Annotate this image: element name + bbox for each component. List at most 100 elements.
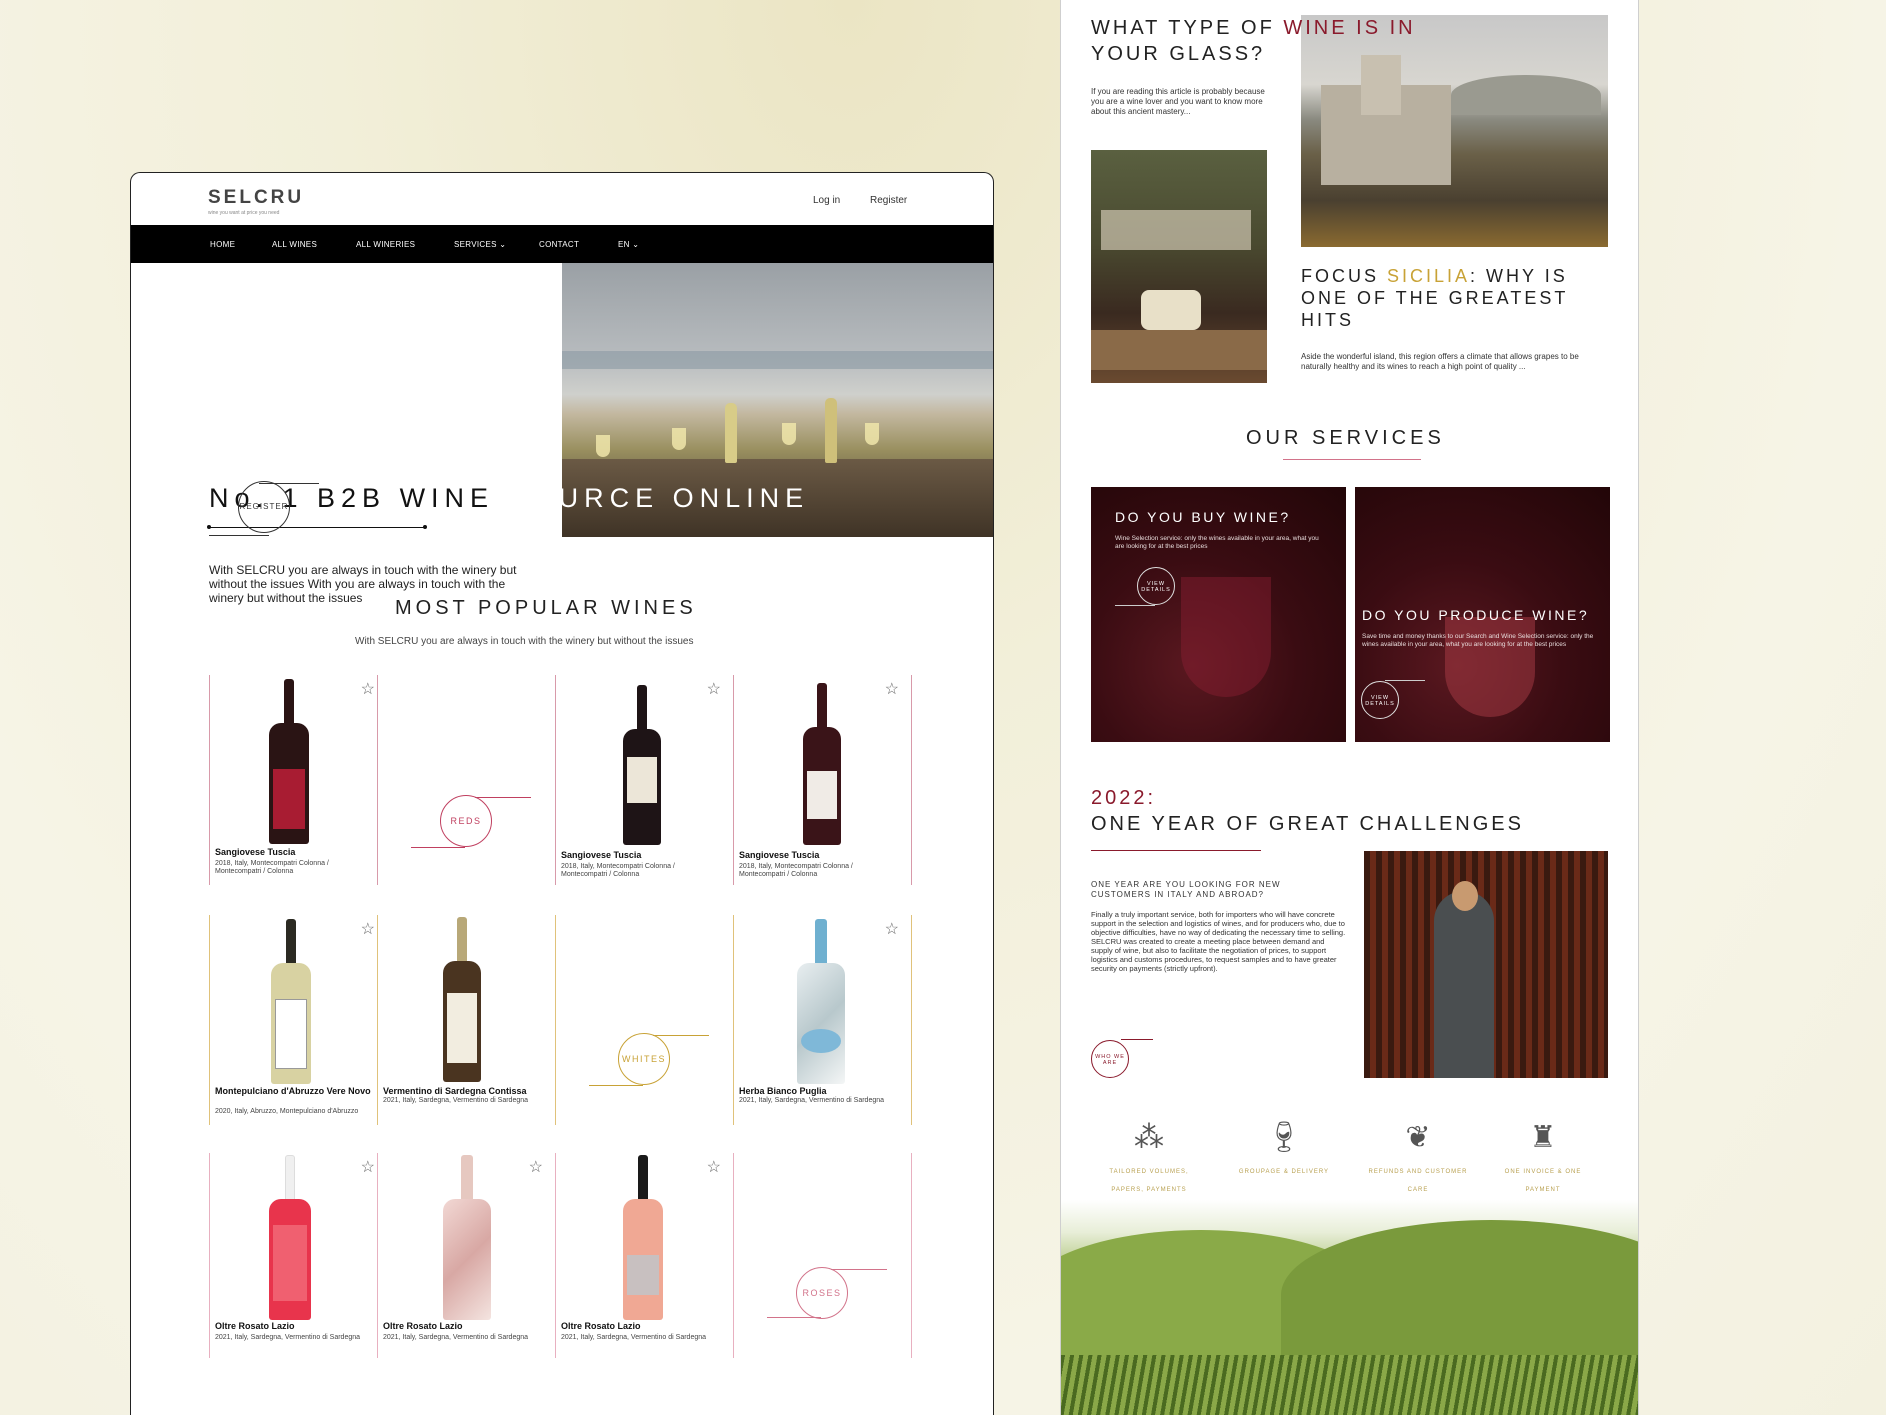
favorite-star-icon[interactable]: ☆ [361,1157,375,1177]
wine-card[interactable]: Vermentino di Sardegna Contissa 2021, It… [377,915,557,1125]
wine-cellar-image [1364,851,1608,1078]
popular-wines-subtitle: With SELCRU you are always in touch with… [355,636,694,647]
vine-leaf-icon: ❦ [1405,1121,1431,1154]
year-subtitle: ONE YEAR ARE YOU LOOKING FOR NEW CUSTOME… [1091,880,1281,899]
favorite-star-icon[interactable]: ☆ [885,679,899,699]
reds-category-button[interactable]: REDS [440,795,492,847]
year-label: 2022: [1091,787,1157,809]
wine-meta: 2020, Italy, Abruzzo, Montepulciano d'Ab… [215,1108,359,1115]
wine-name: Oltre Rosato Lazio [215,1321,295,1331]
roses-line-top [831,1269,887,1270]
wine-meta: 2021, Italy, Sardegna, Vermentino di Sar… [215,1334,361,1341]
nav-all-wineries[interactable]: ALL WINERIES [356,240,415,249]
selcru-logo[interactable]: SELCRU wine you want at price you need [208,187,304,216]
wine-bottle-image [623,1155,663,1320]
wine-name: Sangiovese Tuscia [739,850,820,860]
feature-groupage: 🍷︎ GROUPAGE & DELIVERY [1229,1120,1339,1178]
wine-meta: 2021, Italy, Sardegna, Vermentino di Sar… [561,1334,707,1341]
grapes-icon: ⁂ [1134,1121,1164,1154]
wine-name: Sangiovese Tuscia [215,847,296,857]
wine-bottle-image [271,919,311,1084]
service-produce-title: DO YOU PRODUCE WINE? [1362,607,1590,623]
article-wine-glass-excerpt: If you are reading this article is proba… [1091,87,1265,116]
wine-bottle-image [269,679,309,844]
favorite-star-icon[interactable]: ☆ [707,1157,721,1177]
service-produce-card[interactable]: DO YOU PRODUCE WINE? Save time and money… [1355,487,1610,742]
service-buy-details-button[interactable]: VIEW DETAILS [1137,567,1175,605]
wine-card[interactable]: ☆ Montepulciano d'Abruzzo Vere Novo 2020… [209,915,389,1125]
wine-name: Montepulciano d'Abruzzo Vere Novo [215,1086,371,1096]
nav-language[interactable]: EN ⌄ [618,240,639,249]
main-nav: HOME ALL WINES ALL WINERIES SERVICES ⌄ C… [131,225,993,263]
service-buy-card[interactable]: DO YOU BUY WINE? Wine Selection service:… [1091,487,1346,742]
wine-tasting-image [1091,150,1267,383]
category-card-roses[interactable]: ROSES [733,1153,913,1358]
hero-divider [207,525,427,529]
category-card-whites[interactable]: WHITES [555,915,735,1125]
bottle-icon: ♜ [1529,1121,1557,1154]
whites-line-bottom [589,1085,643,1086]
vineyard-hills-image [1061,1200,1638,1415]
register-line-bottom [209,535,269,536]
favorite-star-icon[interactable]: ☆ [707,679,721,699]
wine-card[interactable]: ☆ Sangiovese Tuscia 2018, Italy, Monteco… [209,675,389,885]
login-link[interactable]: Log in [813,195,840,206]
wine-name: Sangiovese Tuscia [561,850,642,860]
article-wine-glass-title[interactable]: WHAT TYPE OF WINE IS IN YOUR GLASS? [1091,15,1511,67]
wine-bottle-image [443,917,481,1082]
wine-meta: 2021, Italy, Sardegna, Vermentino di Sar… [383,1334,529,1341]
wine-card[interactable]: ☆ Oltre Rosato Lazio 2021, Italy, Sardeg… [377,1153,557,1358]
wine-card[interactable]: ☆ Herba Bianco Puglia 2021, Italy, Sarde… [733,915,913,1125]
year-divider [1091,850,1261,851]
roses-category-button[interactable]: ROSES [796,1267,848,1319]
favorite-star-icon[interactable]: ☆ [885,919,899,939]
who-we-are-button[interactable]: WHO WE ARE [1091,1040,1129,1078]
register-button[interactable]: REGISTER [238,481,290,533]
category-card-reds[interactable]: REDS [377,675,557,885]
wine-name: Oltre Rosato Lazio [383,1321,463,1331]
favorite-star-icon[interactable]: ☆ [361,679,375,699]
service-produce-line [1385,680,1425,681]
wine-card[interactable]: ☆ Oltre Rosato Lazio 2021, Italy, Sardeg… [555,1153,735,1358]
who-we-are-line [1121,1039,1153,1040]
popular-wines-title: MOST POPULAR WINES [395,597,697,619]
wine-card[interactable]: ☆ Sangiovese Tuscia 2018, Italy, Monteco… [733,675,913,885]
nav-contact[interactable]: CONTACT [539,240,579,249]
nav-home[interactable]: HOME [210,240,235,249]
wine-bottle-image [443,1155,491,1320]
wine-meta: 2021, Italy, Sardegna, Vermentino di Sar… [383,1097,529,1104]
hero-title: No. 1 B2B WINE SOURCE ONLINE [209,483,810,513]
register-link[interactable]: Register [870,195,907,206]
wine-card[interactable]: ☆ Sangiovese Tuscia 2018, Italy, Monteco… [555,675,735,885]
service-produce-text: Save time and money thanks to our Search… [1362,633,1594,648]
wine-card[interactable]: ☆ Oltre Rosato Lazio 2021, Italy, Sardeg… [209,1153,389,1358]
wine-meta: 2018, Italy, Montecompatri Colonna / Mon… [215,860,329,875]
wine-name: Vermentino di Sardegna Contissa [383,1086,527,1096]
wine-meta: 2021, Italy, Sardegna, Vermentino di Sar… [739,1097,885,1104]
article-sicilia-excerpt: Aside the wonderful island, this region … [1301,352,1579,371]
whites-line-top [653,1035,709,1036]
feature-label: REFUNDS AND CUSTOMER CARE [1368,1169,1468,1193]
homepage-window: SELCRU wine you want at price you need L… [130,172,994,1415]
service-buy-title: DO YOU BUY WINE? [1115,509,1291,525]
service-buy-line [1115,605,1155,606]
wine-bottle-image [623,685,661,845]
site-header: SELCRU wine you want at price you need L… [131,173,993,225]
service-buy-text: Wine Selection service: only the wines a… [1115,535,1319,550]
service-produce-details-button[interactable]: VIEW DETAILS [1361,681,1399,719]
reds-line-top [475,797,531,798]
feature-invoice: ♜ ONE INVOICE & ONE PAYMENT [1488,1120,1598,1196]
article-sicilia-title[interactable]: FOCUS SICILIA: WHY IS ONE OF THE GREATES… [1301,265,1601,331]
favorite-star-icon[interactable]: ☆ [529,1157,543,1177]
nav-all-wines[interactable]: ALL WINES [272,240,317,249]
wine-glass-icon: 🍷︎ [1264,1121,1304,1154]
nav-services[interactable]: SERVICES ⌄ [454,240,506,249]
services-title: OUR SERVICES [1246,427,1445,449]
logo-wordmark: SELCRU [208,187,305,208]
favorite-star-icon[interactable]: ☆ [361,919,375,939]
year-title: ONE YEAR OF GREAT CHALLENGES [1091,813,1524,835]
feature-label: TAILORED VOLUMES, PAPERS, PAYMENTS [1109,1169,1189,1193]
wine-bottle-image [803,683,841,845]
whites-category-button[interactable]: WHITES [618,1033,670,1085]
feature-label: GROUPAGE & DELIVERY [1238,1169,1330,1175]
